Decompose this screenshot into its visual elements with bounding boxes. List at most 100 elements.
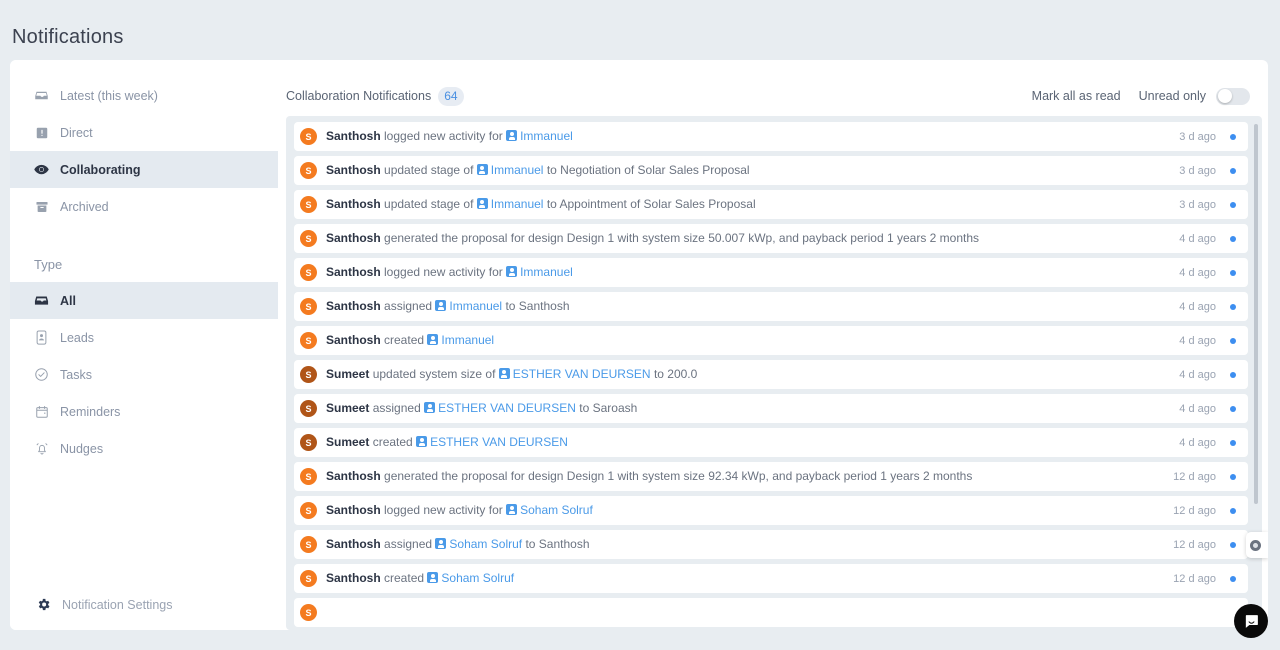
notification-text: Santhosh generated the proposal for desi… (326, 469, 1161, 484)
notification-actor: Sumeet (326, 367, 370, 381)
notification-action: updated stage of (384, 163, 474, 177)
lead-icon (435, 300, 447, 311)
side-panel-toggle-button[interactable] (1246, 532, 1268, 558)
notification-entity-link[interactable]: ESTHER VAN DEURSEN (438, 401, 576, 415)
notification-text: Sumeet updated system size of ESTHER VAN… (326, 367, 1167, 382)
notification-row[interactable]: S Santhosh generated the proposal for des… (294, 224, 1248, 253)
sidebar-item-label: Archived (60, 199, 109, 214)
unread-indicator-dot (1230, 541, 1236, 548)
notification-actor: Santhosh (326, 163, 381, 177)
avatar: S (300, 434, 317, 451)
notification-text: Santhosh assigned Soham Solruf to Santho… (326, 537, 1161, 552)
notification-text: Santhosh updated stage of Immanuel to Ne… (326, 163, 1167, 178)
notification-text: Sumeet assigned ESTHER VAN DEURSEN to Sa… (326, 401, 1167, 416)
notification-settings-button[interactable]: Notification Settings (10, 597, 172, 612)
sidebar-item-leads[interactable]: Leads (10, 319, 278, 356)
notification-timestamp: 3 d ago (1179, 130, 1216, 143)
sidebar-item-reminders[interactable]: Reminders (10, 393, 278, 430)
notification-timestamp: 4 d ago (1179, 232, 1216, 245)
notification-row[interactable]: S Santhosh logged new activity for Soham … (294, 496, 1248, 525)
sidebar-item-label: Collaborating (60, 162, 141, 177)
notification-row[interactable]: S Santhosh assigned Immanuel to Santhosh 4… (294, 292, 1248, 321)
notification-entity-link[interactable]: ESTHER VAN DEURSEN (430, 435, 568, 449)
notification-entity-link[interactable]: Immanuel (520, 265, 573, 279)
notification-entity-link[interactable]: Immanuel (491, 197, 544, 211)
sidebar-item-latest-this-week[interactable]: Latest (this week) (10, 77, 278, 114)
unread-indicator-dot (1230, 371, 1236, 378)
notification-row[interactable]: S Santhosh created Soham Solruf 12 d ago (294, 564, 1248, 593)
notification-text: Santhosh logged new activity for Immanue… (326, 129, 1167, 144)
avatar: S (300, 570, 317, 587)
sidebar-item-tasks[interactable]: Tasks (10, 356, 278, 393)
sidebar-item-collaborating[interactable]: Collaborating (10, 151, 278, 188)
unread-only-toggle[interactable] (1216, 87, 1250, 105)
notification-text: Santhosh updated stage of Immanuel to Ap… (326, 197, 1167, 212)
notification-row[interactable]: S Santhosh logged new activity for Immanu… (294, 258, 1248, 287)
notification-action: generated the proposal for design Design… (384, 469, 973, 483)
notification-list-scrollbar[interactable] (1254, 124, 1258, 504)
mark-all-as-read-button[interactable]: Mark all as read (1032, 89, 1121, 103)
sidebar-item-label: Tasks (60, 367, 92, 382)
circle-ring-icon (1250, 539, 1261, 551)
chat-launcher-button[interactable] (1234, 604, 1268, 638)
notification-action-suffix: to Appointment of Solar Sales Proposal (546, 197, 756, 211)
unread-indicator-dot (1230, 575, 1236, 582)
notification-entity-link[interactable]: Soham Solruf (449, 537, 522, 551)
notification-actor: Santhosh (326, 537, 381, 551)
notification-action: created (384, 333, 425, 347)
unread-indicator-dot (1230, 473, 1236, 480)
notification-timestamp: 3 d ago (1179, 164, 1216, 177)
notification-timestamp: 4 d ago (1179, 368, 1216, 381)
sidebar-item-nudges[interactable]: Nudges (10, 430, 278, 467)
notification-entity-link[interactable]: Immanuel (441, 333, 494, 347)
avatar: S (300, 196, 317, 213)
notification-row[interactable]: S Sumeet created ESTHER VAN DEURSEN 4 d a… (294, 428, 1248, 457)
notification-actor: Santhosh (326, 129, 381, 143)
check-circle-icon (34, 367, 49, 382)
notification-entity-link[interactable]: ESTHER VAN DEURSEN (513, 367, 651, 381)
sidebar: Latest (this week) Direct Collaborating Arc… (10, 60, 278, 630)
notification-text: Santhosh assigned Immanuel to Santhosh (326, 299, 1167, 314)
lead-icon (476, 198, 488, 209)
lead-icon (34, 330, 49, 345)
sidebar-item-direct[interactable]: Direct (10, 114, 278, 151)
notification-row[interactable]: S Santhosh updated stage of Immanuel to A… (294, 190, 1248, 219)
lead-icon (416, 436, 428, 447)
inbox-icon (34, 88, 49, 103)
avatar: S (300, 366, 317, 383)
unread-only-label: Unread only (1138, 89, 1206, 103)
notification-row[interactable]: S Santhosh logged new activity for Immanu… (294, 122, 1248, 151)
sidebar-type-label: Type (34, 257, 63, 272)
notification-entity-link[interactable]: Soham Solruf (520, 503, 593, 517)
notification-row[interactable]: S Santhosh generated the proposal for des… (294, 462, 1248, 491)
notification-timestamp: 4 d ago (1179, 334, 1216, 347)
notification-row[interactable]: S Santhosh assigned Soham Solruf to Santh… (294, 530, 1248, 559)
notification-actor: Santhosh (326, 299, 381, 313)
unread-indicator-dot (1230, 269, 1236, 276)
content-area: Collaboration Notifications 64 Mark all … (278, 60, 1268, 630)
sidebar-item-archived[interactable]: Archived (10, 188, 278, 225)
notification-timestamp: 4 d ago (1179, 436, 1216, 449)
unread-indicator-dot (1230, 167, 1236, 174)
notification-row[interactable]: S Santhosh created Immanuel 4 d ago (294, 326, 1248, 355)
lead-icon (506, 504, 518, 515)
notification-row[interactable]: S Sumeet updated system size of ESTHER VA… (294, 360, 1248, 389)
notification-entity-link[interactable]: Soham Solruf (441, 571, 514, 585)
notification-text: Santhosh created Soham Solruf (326, 571, 1161, 586)
notification-row[interactable]: S Sumeet assigned ESTHER VAN DEURSEN to S… (294, 394, 1248, 423)
notification-entity-link[interactable]: Immanuel (449, 299, 502, 313)
notification-entity-link[interactable]: Immanuel (491, 163, 544, 177)
lead-icon (427, 572, 439, 583)
notification-entity-link[interactable]: Immanuel (520, 129, 573, 143)
notification-row[interactable]: S Santhosh updated stage of Immanuel to N… (294, 156, 1248, 185)
content-header: Collaboration Notifications 64 Mark all … (278, 60, 1268, 116)
notification-timestamp: 4 d ago (1179, 402, 1216, 415)
notifications-panel: Latest (this week) Direct Collaborating Arc… (10, 60, 1268, 630)
sidebar-item-label: All (60, 293, 76, 308)
notification-count-badge: 64 (438, 86, 464, 106)
sidebar-item-all[interactable]: All (10, 282, 278, 319)
notification-text: Santhosh logged new activity for Soham S… (326, 503, 1161, 518)
archive-icon (34, 199, 49, 214)
unread-indicator-dot (1230, 405, 1236, 412)
notification-row[interactable]: S (294, 598, 1248, 627)
